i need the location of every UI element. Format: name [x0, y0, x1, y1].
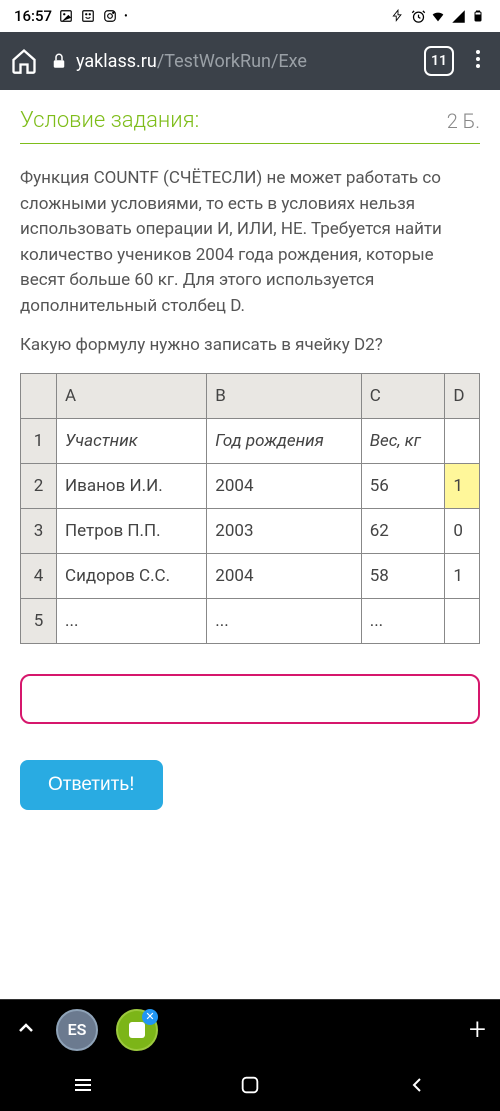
col-header: C — [361, 374, 445, 419]
more-icon[interactable] — [466, 47, 490, 75]
task-header: Условие задания: 2 Б. — [20, 108, 480, 144]
home-button[interactable] — [237, 1072, 263, 1098]
content: Условие задания: 2 Б. Функция COUNTF (СЧ… — [0, 90, 500, 828]
cell: 2003 — [207, 509, 361, 554]
dot-icon: • — [124, 11, 128, 22]
wifi-icon — [430, 8, 446, 24]
task-question: Какую формулу нужно записать в ячейку D2… — [20, 335, 480, 355]
url-bar[interactable]: yaklass.ru/TestWorkRun/Exe — [50, 41, 412, 81]
row-num: 1 — [21, 419, 57, 464]
cell: Вес, кг — [361, 419, 445, 464]
close-badge-icon[interactable]: ✕ — [142, 1009, 158, 1025]
app-icon-es[interactable]: ES — [56, 1009, 98, 1051]
app-icon-green-inner — [129, 1022, 145, 1038]
cell: Участник — [57, 419, 207, 464]
smile-icon — [80, 8, 96, 24]
table-corner — [21, 374, 57, 419]
table-row: 5 ... ... ... — [21, 599, 480, 644]
cell: 2004 — [207, 464, 361, 509]
cell: 1 — [445, 554, 480, 599]
lock-icon — [50, 52, 68, 70]
cell: Год рождения — [207, 419, 361, 464]
table-row: 3 Петров П.П. 2003 62 0 — [21, 509, 480, 554]
cell — [445, 419, 480, 464]
row-num: 3 — [21, 509, 57, 554]
task-points: 2 Б. — [447, 109, 480, 133]
image-icon — [58, 8, 74, 24]
row-num: 5 — [21, 599, 57, 644]
answer-input[interactable] — [20, 674, 480, 724]
cell: ... — [361, 599, 445, 644]
url-path: /TestWorkRun/Exe — [157, 51, 307, 72]
table-header-row: A B C D — [21, 374, 480, 419]
cell: 0 — [445, 509, 480, 554]
col-header: B — [207, 374, 361, 419]
data-table: A B C D 1 Участник Год рождения Вес, кг … — [20, 373, 480, 644]
table-row: 2 Иванов И.И. 2004 56 1 — [21, 464, 480, 509]
app-switcher-bar: ES ✕ + — [0, 999, 500, 1059]
battery-icon — [470, 8, 486, 24]
table-row: 4 Сидоров С.С. 2004 58 1 — [21, 554, 480, 599]
plus-icon[interactable]: + — [469, 1012, 486, 1047]
browser-bar: yaklass.ru/TestWorkRun/Exe 11 — [0, 32, 500, 90]
cell-highlight: 1 — [445, 464, 480, 509]
cell: Сидоров С.С. — [57, 554, 207, 599]
col-header: D — [445, 374, 480, 419]
back-button[interactable] — [404, 1072, 430, 1098]
cell: ... — [57, 599, 207, 644]
row-num: 4 — [21, 554, 57, 599]
cell: Петров П.П. — [57, 509, 207, 554]
battery-save-icon — [390, 8, 406, 24]
row-num: 2 — [21, 464, 57, 509]
nav-bar — [0, 1059, 500, 1111]
cell: 58 — [361, 554, 445, 599]
task-title: Условие задания: — [20, 108, 199, 133]
tabs-count[interactable]: 11 — [424, 46, 454, 76]
cell: ... — [207, 599, 361, 644]
status-bar: 16:57 • — [0, 0, 500, 32]
chevron-up-icon[interactable] — [14, 1016, 38, 1044]
instagram-icon — [102, 8, 118, 24]
url-domain: yaklass.ru — [76, 51, 157, 72]
cell — [445, 599, 480, 644]
task-body: Функция COUNTF (СЧЁТЕСЛИ) не может работ… — [20, 166, 480, 319]
submit-button[interactable]: Ответить! — [20, 760, 163, 810]
cell: 2004 — [207, 554, 361, 599]
status-time: 16:57 — [14, 7, 52, 25]
signal-icon — [450, 8, 466, 24]
recents-button[interactable] — [70, 1072, 96, 1098]
cell: 56 — [361, 464, 445, 509]
col-header: A — [57, 374, 207, 419]
home-icon[interactable] — [10, 47, 38, 75]
cell: Иванов И.И. — [57, 464, 207, 509]
alarm-icon — [410, 8, 426, 24]
table-row: 1 Участник Год рождения Вес, кг — [21, 419, 480, 464]
app-icon-green[interactable]: ✕ — [116, 1009, 158, 1051]
app-icon-es-label: ES — [68, 1020, 87, 1039]
cell: 62 — [361, 509, 445, 554]
